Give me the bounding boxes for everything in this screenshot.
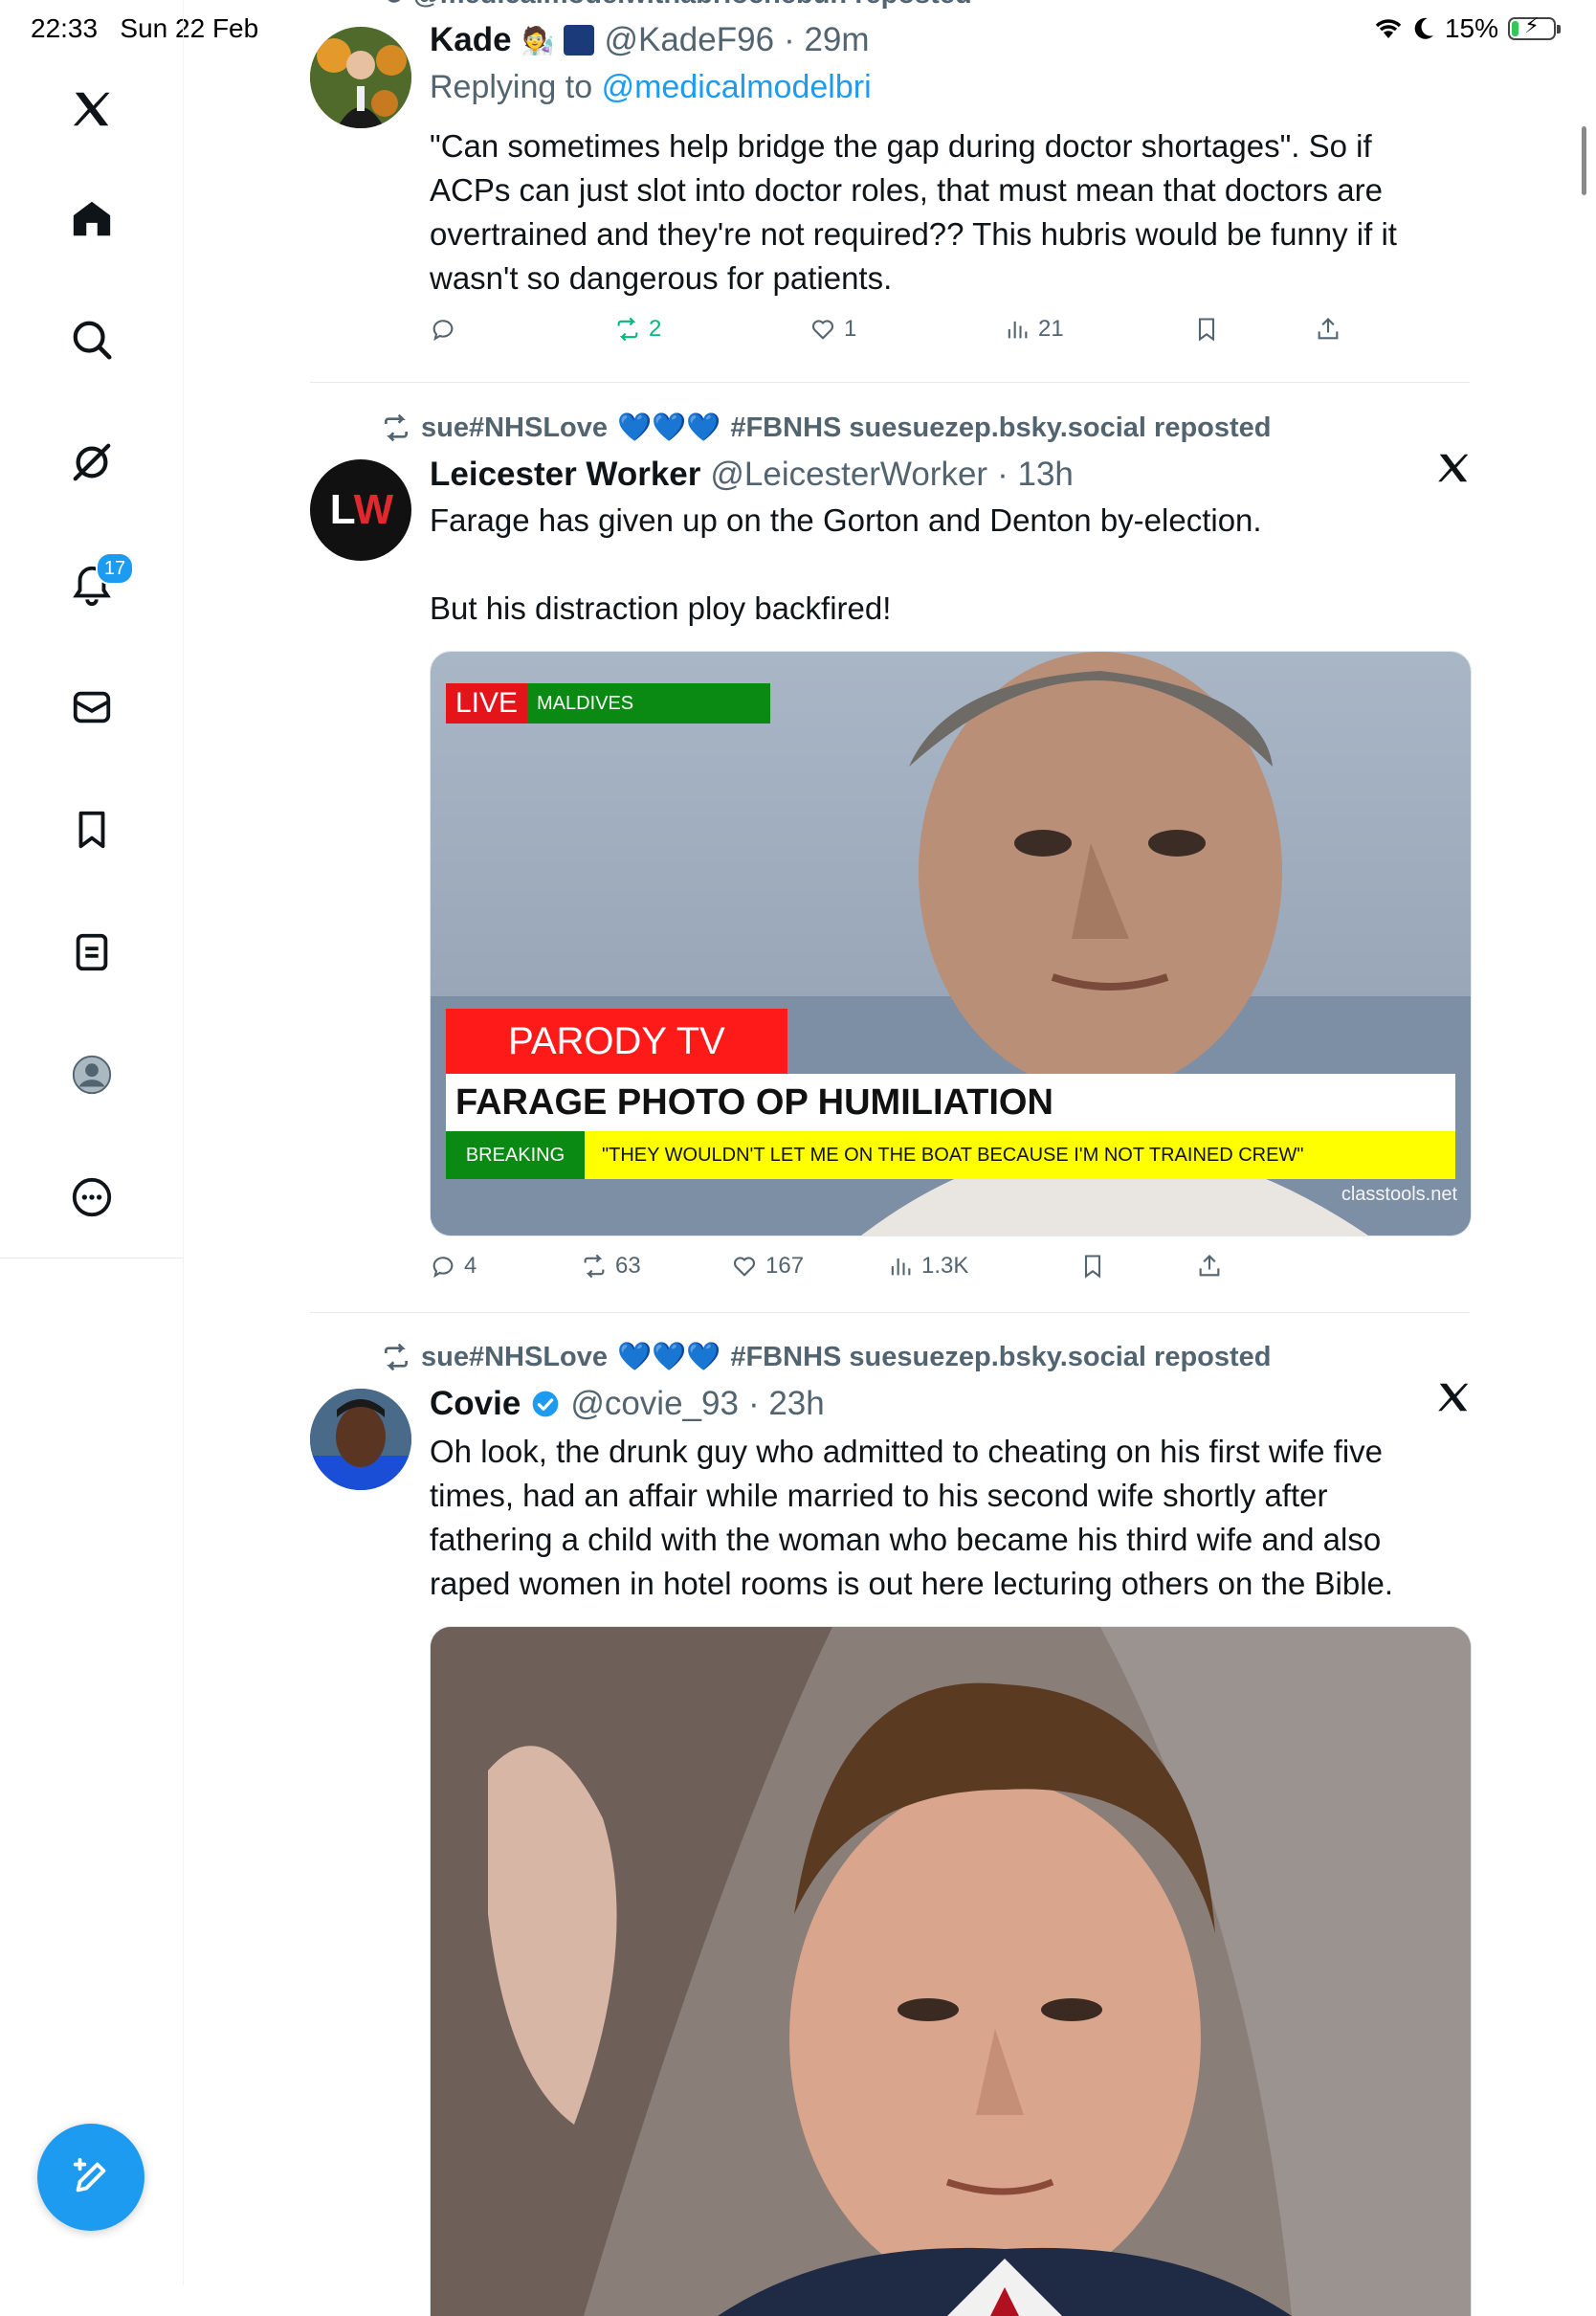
repost-icon: [385, 1343, 408, 1371]
emoji-badge-2: [564, 25, 595, 56]
home-icon[interactable]: [57, 185, 126, 254]
compose-button[interactable]: [37, 2124, 144, 2231]
reply-button[interactable]: [430, 316, 464, 343]
ticker-label: "THEY WOULDN'T LET ME ON THE BOAT BECAUS…: [585, 1131, 1455, 1179]
messages-icon[interactable]: [57, 673, 126, 742]
repost-icon: [385, 413, 408, 442]
tweet-3-header: Covie @covie_93 · 23h: [430, 1385, 825, 1423]
tweet-text: "Can sometimes help bridge the gap durin…: [430, 128, 1407, 296]
location-label: MALDIVES: [527, 683, 770, 724]
profile-icon[interactable]: [57, 1040, 126, 1109]
notifications-icon[interactable]: 17: [57, 550, 134, 619]
tweet-2-image[interactable]: LIVE MALDIVES PARODY TV FARAGE PHOTO OP …: [430, 651, 1472, 1236]
x-logo-icon[interactable]: [57, 75, 126, 144]
timeline: ⟲@medicalmodelwithabriochebun reposted K…: [184, 0, 1596, 2316]
bookmark-button[interactable]: [1079, 1253, 1106, 1280]
heart-icon: [811, 320, 834, 340]
tweet-divider: [310, 382, 1470, 383]
bookmark-icon: [1198, 318, 1215, 342]
grok-icon[interactable]: [57, 428, 126, 497]
notification-badge: 17: [96, 552, 134, 585]
author-name[interactable]: Leicester Worker: [430, 456, 700, 494]
views-button[interactable]: 21: [1004, 316, 1064, 343]
tweet-time[interactable]: · 29m: [784, 21, 869, 59]
reply-icon: [432, 1257, 454, 1279]
author-name[interactable]: Covie: [430, 1385, 521, 1423]
more-icon[interactable]: [57, 1163, 126, 1232]
compose-icon: [73, 2157, 106, 2193]
views-icon: [1008, 321, 1028, 339]
like-button[interactable]: 1: [809, 316, 856, 343]
tweet-time[interactable]: · 23h: [748, 1385, 825, 1423]
watermark: classtools.net: [1341, 1184, 1457, 1205]
author-name[interactable]: Kade: [430, 21, 512, 59]
heart-icon: [733, 1257, 756, 1277]
x-source-icon: [1435, 450, 1472, 496]
repost-button[interactable]: 63: [581, 1253, 641, 1280]
repost-line[interactable]: sue#NHSLove 💙💙💙 #FBNHS suesuezep.bsky.soci…: [381, 412, 1272, 444]
avatar-lw-text: LW: [329, 486, 393, 533]
tweet-text: Oh look, the drunk guy who admitted to c…: [430, 1434, 1394, 1601]
tweet-2-actions: 4 63 167 1.3K: [430, 1253, 1386, 1291]
share-icon: [1199, 1255, 1220, 1277]
bookmark-icon: [1084, 1255, 1101, 1279]
avatar-leicester-worker[interactable]: LW: [310, 459, 411, 561]
heart-emojis: 💙💙💙: [617, 412, 721, 443]
author-handle[interactable]: @LeicesterWorker: [710, 456, 987, 494]
cutoff-repost-line: ⟲@medicalmodelwithabriochebun reposted: [381, 0, 972, 11]
emoji-badge-1: 🧑‍🔬: [521, 25, 555, 56]
views-icon: [891, 1258, 911, 1276]
x-source-icon: [1435, 1379, 1472, 1425]
repost-line[interactable]: sue#NHSLove 💙💙💙 #FBNHS suesuezep.bsky.soci…: [381, 1341, 1272, 1373]
tweet-text: Farage has given up on the Gorton and De…: [430, 502, 1262, 626]
repost-button[interactable]: 2: [614, 316, 661, 343]
repost-icon: [617, 317, 638, 342]
tweet-3-image[interactable]: [430, 1626, 1472, 2316]
photo: [431, 1627, 1471, 2316]
headline-label: FARAGE PHOTO OP HUMILIATION: [446, 1074, 1455, 1131]
share-button[interactable]: [1315, 316, 1341, 343]
like-button[interactable]: 167: [731, 1253, 804, 1280]
tweet-1-header: Kade 🧑‍🔬 @KadeF96 · 29m: [430, 21, 870, 59]
share-button[interactable]: [1196, 1253, 1223, 1280]
avatar-kade[interactable]: [310, 27, 411, 128]
views-button[interactable]: 1.3K: [887, 1253, 968, 1280]
reply-icon: [432, 320, 454, 342]
avatar-covie[interactable]: [310, 1389, 411, 1490]
heart-emojis: 💙💙💙: [617, 1342, 721, 1372]
author-handle[interactable]: @covie_93: [570, 1385, 739, 1423]
live-label: LIVE: [446, 683, 527, 724]
verified-icon: [532, 1391, 559, 1417]
replying-to: Replying to @medicalmodelbri: [430, 69, 872, 105]
author-handle[interactable]: @KadeF96: [604, 21, 774, 59]
reply-button[interactable]: 4: [430, 1253, 477, 1280]
tweet-divider: [310, 1312, 1470, 1313]
tweet-2-header: Leicester Worker @LeicesterWorker · 13h: [430, 456, 1074, 494]
channel-label: PARODY TV: [446, 1009, 787, 1074]
bookmarks-icon[interactable]: [57, 795, 126, 864]
tweet-time[interactable]: · 13h: [997, 456, 1074, 494]
lists-icon[interactable]: [57, 918, 126, 987]
tweet-1-actions: 2 1 21: [430, 316, 1386, 354]
reply-mention[interactable]: @medicalmodelbri: [602, 69, 872, 105]
share-icon: [1318, 318, 1339, 340]
sidebar: 17: [0, 0, 184, 2285]
breaking-label: BREAKING: [446, 1131, 585, 1179]
bookmark-button[interactable]: [1193, 316, 1220, 343]
search-icon[interactable]: [57, 305, 126, 374]
repost-icon: [584, 1254, 605, 1279]
